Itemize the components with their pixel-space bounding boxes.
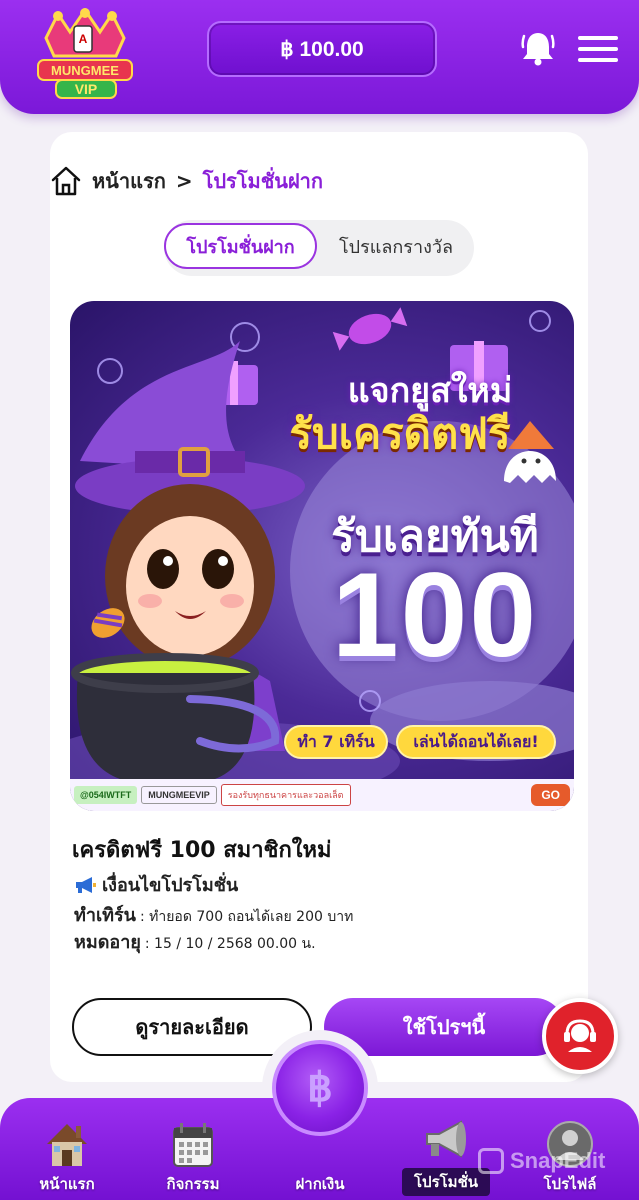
banner-footer-strip: @054IWTFT MUNGMEEVIP รองรับทุกธนาคารและว…: [70, 779, 574, 811]
support-chat-button[interactable]: [542, 998, 618, 1074]
top-header: A MUNGMEE VIP ฿ 100.00: [0, 0, 639, 114]
breadcrumb-current: โปรโมชั่นฝาก: [202, 169, 324, 193]
svg-text:MUNGMEE: MUNGMEE: [51, 63, 119, 78]
megaphone-icon: [76, 876, 96, 893]
nav-label-activity: กิจกรรม: [166, 1175, 220, 1193]
snapedit-watermark: SnapEdit: [478, 1148, 605, 1174]
promo-conditions-label: เงื่อนไขโปรโมชั่น: [102, 875, 239, 896]
svg-text:VIP: VIP: [75, 81, 98, 97]
nav-label-deposit: ฝากเงิน: [295, 1175, 345, 1193]
promo-title: เครดิตฟรี 100 สมาชิกใหม่: [72, 838, 332, 863]
banner-headline-free-credit: รับเครดิตฟรี: [289, 409, 511, 458]
banner-withdraw-pill: เล่นได้ถอนได้เลย!: [396, 725, 556, 759]
svg-text:A: A: [79, 32, 88, 46]
balance-button[interactable]: ฿ 100.00: [207, 21, 437, 77]
hamburger-menu-icon[interactable]: [578, 36, 618, 64]
promo-conditions-heading: เงื่อนไขโปรโมชั่น: [74, 870, 238, 899]
expiry-label: หมดอายุ: [74, 932, 141, 953]
nav-label-profile: โปรไฟล์: [543, 1175, 597, 1193]
snapedit-logo-icon: [478, 1148, 504, 1174]
nav-label-promotion: โปรโมชั่น: [401, 1168, 490, 1196]
snapedit-text: SnapEdit: [510, 1148, 606, 1173]
banner-turnover-pill: ทำ 7 เทิร์น: [284, 725, 388, 759]
turnover-value: : ทำยอด 700 ถอนได้เลย 200 บาท: [139, 909, 354, 925]
google-search-badge: MUNGMEEVIP: [141, 786, 217, 804]
nav-item-activity[interactable]: กิจกรรม: [138, 1112, 248, 1196]
expiry-value: : 15 / 10 / 2568 00.00 น.: [144, 936, 316, 952]
promo-turnover-line: ทำเทิร์น : ทำยอด 700 ถอนได้เลย 200 บาท: [74, 900, 353, 929]
breadcrumb: หน้าแรก > โปรโมชั่นฝาก: [50, 164, 323, 198]
nav-label-home: หน้าแรก: [39, 1175, 95, 1193]
brand-logo[interactable]: A MUNGMEE VIP: [36, 8, 134, 100]
banner-amount: 100: [331, 548, 539, 682]
nav-item-home[interactable]: หน้าแรก: [12, 1112, 122, 1196]
calendar-icon: [173, 1123, 213, 1167]
breadcrumb-home-link[interactable]: หน้าแรก: [92, 165, 166, 197]
bank-support-badge: รองรับทุกธนาคารและวอลเล็ต: [220, 784, 351, 806]
tab-reward-promo[interactable]: โปรแลกรางวัล: [324, 223, 468, 269]
nav-item-deposit[interactable]: ฝากเงิน: [265, 1112, 375, 1196]
headset-icon: [564, 1019, 596, 1052]
line-id-badge: @054IWTFT: [74, 786, 138, 804]
promo-expiry-line: หมดอายุ : 15 / 10 / 2568 00.00 น.: [74, 927, 316, 956]
home-icon[interactable]: [50, 165, 82, 197]
view-details-button[interactable]: ดูรายละเอียด: [72, 998, 312, 1056]
megaphone-icon: [426, 1120, 466, 1158]
tab-deposit-promo[interactable]: โปรโมชั่นฝาก: [164, 223, 317, 269]
go-badge: GO: [531, 784, 570, 806]
turnover-label: ทำเทิร์น: [74, 905, 136, 926]
breadcrumb-separator: >: [175, 169, 193, 193]
house-icon: [47, 1124, 87, 1166]
promo-tabs: โปรโมชั่นฝาก โปรแลกรางวัล: [164, 220, 474, 276]
promo-banner[interactable]: แจกยูสใหม่ รับเครดิตฟรี รับเลยทันที 100 …: [70, 301, 574, 811]
bell-icon[interactable]: [521, 30, 555, 66]
